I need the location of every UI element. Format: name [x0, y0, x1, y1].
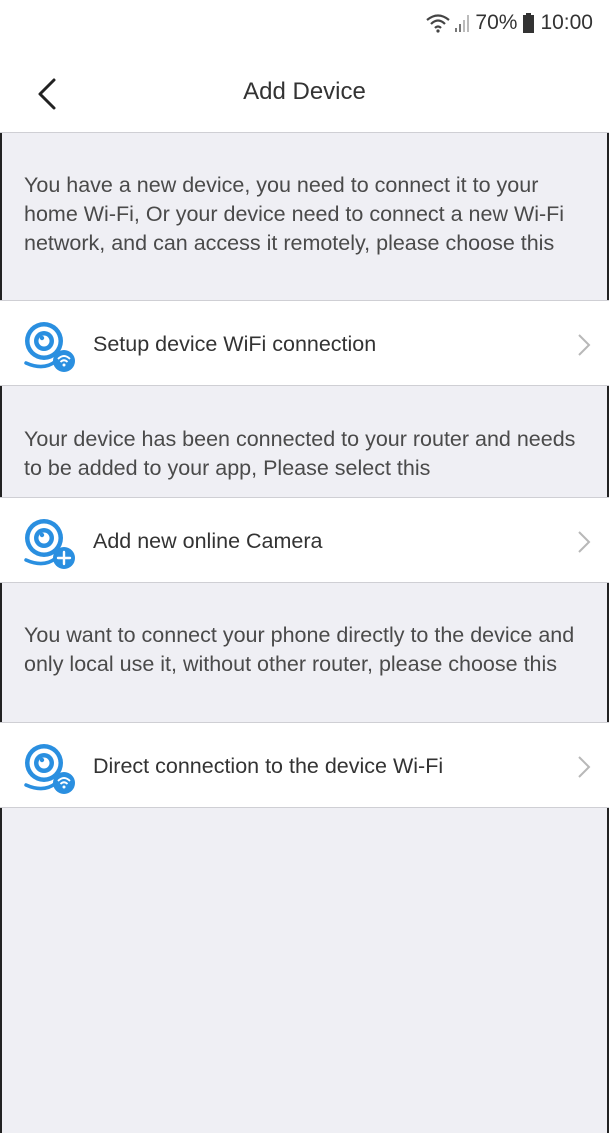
- nav-header: Add Device: [0, 56, 609, 133]
- direct-device-wifi-option[interactable]: Direct connection to the device Wi-Fi: [0, 722, 609, 808]
- add-online-camera-option[interactable]: Add new online Camera: [0, 497, 609, 583]
- chevron-right-icon: [578, 531, 591, 553]
- camera-add-icon: [24, 519, 75, 569]
- section-description: You have a new device, you need to conne…: [24, 173, 565, 255]
- section-description: Your device has been connected to your r…: [24, 427, 576, 480]
- chevron-right-icon: [578, 334, 591, 356]
- option-label: Setup device WiFi connection: [93, 331, 377, 356]
- signal-icon: [455, 15, 470, 32]
- camera-wifi-icon: [24, 744, 75, 794]
- option-label: Add new online Camera: [93, 528, 323, 553]
- camera-wifi-icon: [24, 322, 75, 372]
- wifi-icon: [426, 14, 451, 33]
- status-bar: 70% 10:00: [0, 0, 609, 64]
- battery-icon: [523, 13, 535, 33]
- setup-wifi-connection-option[interactable]: Setup device WiFi connection: [0, 300, 609, 386]
- battery-percent: 70%: [475, 11, 518, 34]
- clock: 10:00: [540, 11, 593, 34]
- section-description: You want to connect your phone directly …: [24, 623, 575, 676]
- option-label: Direct connection to the device Wi-Fi: [93, 753, 444, 778]
- page-title: Add Device: [243, 78, 366, 105]
- chevron-right-icon: [578, 756, 591, 778]
